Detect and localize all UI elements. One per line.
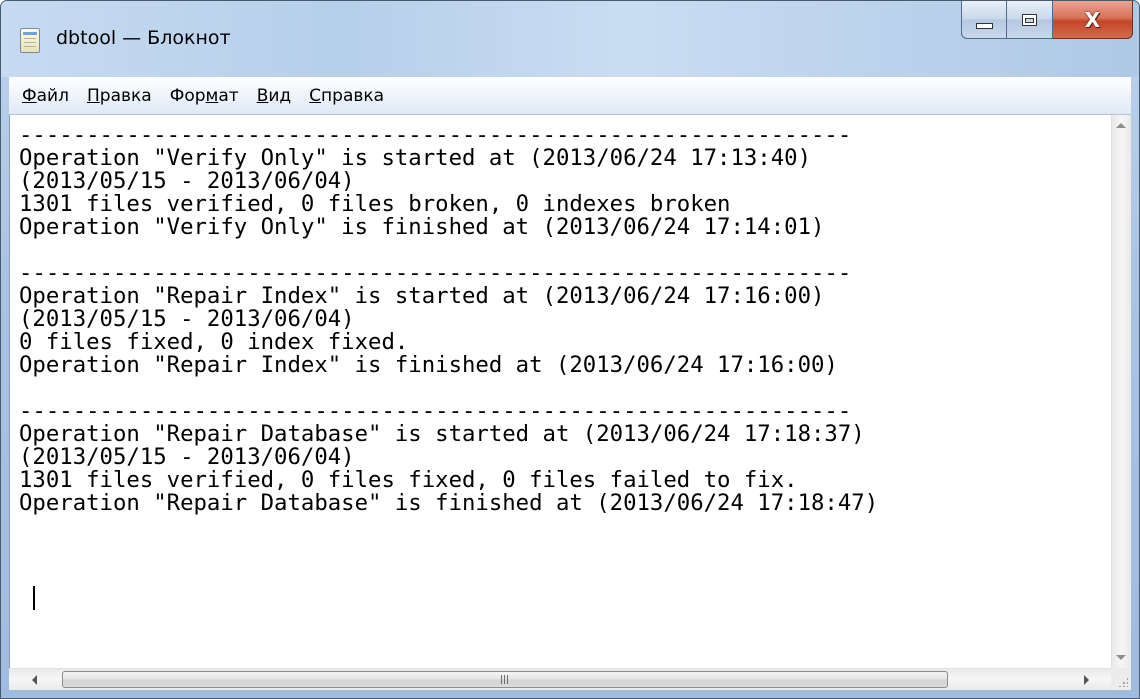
- scroll-right-arrow-icon[interactable]: [1084, 675, 1089, 685]
- menu-help[interactable]: Справка: [300, 86, 393, 106]
- horizontal-scroll-thumb[interactable]: [62, 671, 948, 688]
- menu-format-label-end: ат: [218, 85, 239, 106]
- menu-edit-label: равка: [99, 85, 152, 106]
- title-bar[interactable]: dbtool — Блокнот X: [1, 1, 1139, 77]
- horizontal-scrollbar[interactable]: [9, 668, 1111, 690]
- resize-grip-icon[interactable]: [1111, 668, 1131, 690]
- menu-file[interactable]: Файл: [13, 86, 78, 106]
- menu-bar: Файл Правка Формат Вид Справка: [9, 77, 1131, 115]
- menu-help-accelerator: С: [309, 85, 322, 106]
- close-icon: X: [1084, 7, 1101, 32]
- document-text[interactable]: ----------------------------------------…: [19, 124, 878, 515]
- scroll-left-arrow-icon[interactable]: [32, 675, 37, 685]
- minimize-icon: [975, 22, 993, 29]
- notepad-window: dbtool — Блокнот X Файл Правка Формат Ви…: [0, 0, 1140, 699]
- menu-edit-accelerator: П: [86, 85, 100, 106]
- scroll-up-arrow-icon[interactable]: [1116, 123, 1126, 128]
- menu-view[interactable]: Вид: [248, 86, 300, 106]
- close-button[interactable]: X: [1053, 1, 1133, 39]
- window-title: dbtool — Блокнот: [56, 27, 231, 49]
- thumb-grip-icon: [501, 675, 509, 684]
- menu-view-accelerator: В: [256, 85, 269, 106]
- text-editor[interactable]: ----------------------------------------…: [9, 115, 1111, 668]
- menu-help-label: правка: [321, 85, 385, 106]
- scroll-down-arrow-icon[interactable]: [1116, 655, 1126, 660]
- menu-view-label: ид: [268, 85, 292, 106]
- text-caret: [33, 586, 35, 610]
- menu-format-accelerator: м: [205, 85, 219, 106]
- maximize-button[interactable]: [1007, 1, 1053, 39]
- menu-format-label-start: Фор: [169, 85, 206, 106]
- maximize-icon: [1022, 13, 1037, 26]
- vertical-scrollbar[interactable]: [1111, 115, 1131, 668]
- menu-file-accelerator: Ф: [22, 85, 37, 106]
- notepad-icon[interactable]: [20, 28, 40, 53]
- caption-buttons: X: [961, 1, 1133, 41]
- menu-edit[interactable]: Правка: [78, 86, 161, 106]
- menu-format[interactable]: Формат: [161, 86, 248, 106]
- menu-file-label: айл: [36, 85, 69, 106]
- minimize-button[interactable]: [961, 1, 1007, 39]
